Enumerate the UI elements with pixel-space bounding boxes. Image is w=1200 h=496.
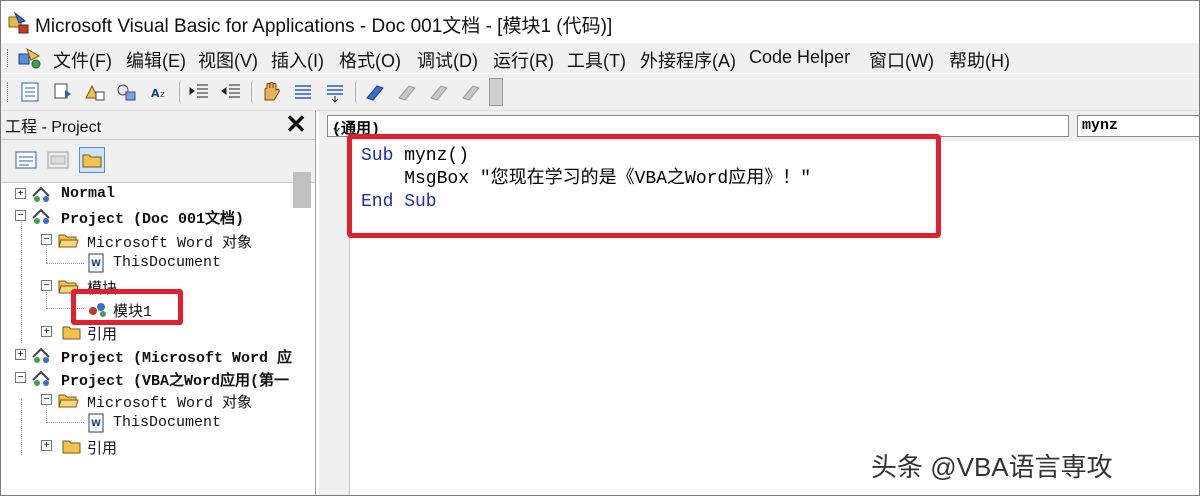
menu-format[interactable]: 格式(O) [339,47,401,73]
vba-project-icon [32,208,50,224]
open-folder-icon [58,394,79,408]
quick-info-icon[interactable] [83,80,107,104]
tree-item-label: Microsoft Word 对象 [87,235,253,252]
toolbar-grip[interactable] [7,82,10,102]
menu-help[interactable]: 帮助(H) [949,47,1010,73]
tree-connector [46,422,84,423]
view-code-icon[interactable] [13,147,39,173]
vba-project-icon [32,370,50,386]
vba-app-icon [8,11,29,34]
title-bar: Microsoft Visual Basic for Applications … [1,1,1199,43]
tree-item-label: 引用 [87,441,118,458]
word-document-icon: W [88,253,104,273]
complete-word-icon[interactable]: Az [149,80,173,104]
svg-text:W: W [91,259,101,269]
expand-icon[interactable]: + [15,188,26,199]
tree-item-label: ThisDocument [113,254,222,271]
menu-file[interactable]: 文件(F) [53,47,112,73]
project-tree: + Normal − Project (Doc 001文档) − Microso… [1,183,311,495]
code-highlight-box [347,134,941,238]
vba-project-icon [32,347,50,363]
tree-item-label: Project (Doc 001文档) [61,211,245,228]
tree-item-label: Microsoft Word 对象 [87,395,253,412]
close-icon[interactable]: ✕ [283,111,309,137]
collapse-icon[interactable]: − [15,372,26,383]
folder-icon [62,440,81,454]
tree-item-label: Project (VBA之Word应用(第一 [61,373,290,390]
vba-project-icon [32,186,50,202]
tree-item-label: ThisDocument [113,414,222,431]
tree-item-label: Normal [61,185,116,202]
list-constants-icon[interactable] [51,80,75,104]
comment-block-icon[interactable] [291,80,315,104]
outdent-icon[interactable] [219,80,243,104]
menu-insert[interactable]: 插入(I) [271,47,324,73]
project-explorer-toolbar [1,140,315,208]
toolbar-separator [355,82,356,102]
tree-connector [21,399,22,455]
edit-toolbar: Az [1,74,1199,111]
svg-text:W: W [91,419,101,429]
procedure-dropdown-value: mynz [1082,117,1119,134]
menu-run[interactable]: 运行(R) [493,47,554,73]
open-folder-icon [58,234,79,248]
folder-icon [62,326,81,340]
project-explorer-title-bar: 工程 - Project ✕ [1,111,315,140]
menu-grip[interactable] [7,49,10,67]
tree-connector [46,289,47,307]
toggle-bookmark-icon[interactable] [363,80,387,104]
menu-addins[interactable]: 外接程序(A) [640,47,736,73]
menu-edit[interactable]: 编辑(E) [126,47,186,73]
expand-icon[interactable]: + [15,349,26,360]
toolbar-options-dropdown[interactable] [489,78,503,106]
tree-item-label: 引用 [87,327,118,344]
vba-editor-window: Microsoft Visual Basic for Applications … [0,0,1200,496]
tree-item-label: Project (Microsoft Word 应 [61,350,293,367]
toggle-folders-button[interactable] [79,147,105,173]
watermark: 头条 @VBA语言専攻 [871,452,1113,482]
indent-icon[interactable] [187,80,211,104]
svg-text:z: z [160,90,165,100]
project-explorer-title: 工程 - Project [5,119,102,136]
previous-bookmark-icon[interactable] [427,80,451,104]
expand-icon[interactable]: + [41,326,52,337]
collapse-icon[interactable]: − [41,280,52,291]
menu-debug[interactable]: 调试(D) [417,47,478,73]
word-document-icon: W [88,413,104,433]
parameter-info-icon[interactable] [115,80,139,104]
toolbar-separator [251,82,252,102]
list-properties-icon[interactable] [19,80,43,104]
module-highlight-box [71,289,183,325]
code-margin-indicator-bar[interactable] [319,141,350,495]
folder-icon [82,154,102,168]
collapse-icon[interactable]: − [41,234,52,245]
tree-connector [46,243,47,263]
procedure-dropdown[interactable]: mynz [1077,115,1199,137]
expand-icon[interactable]: + [41,440,52,451]
collapse-icon[interactable]: − [15,210,26,221]
tree-connector [21,213,22,343]
menu-window[interactable]: 窗口(W) [869,47,934,73]
tree-connector [46,263,84,264]
toggle-breakpoint-icon[interactable] [259,80,283,104]
window-title: Microsoft Visual Basic for Applications … [35,16,613,37]
menu-code-helper[interactable]: Code Helper [749,47,850,68]
menu-tools[interactable]: 工具(T) [567,47,626,73]
clear-bookmarks-icon[interactable] [459,80,483,104]
menu-view[interactable]: 视图(V) [198,47,258,73]
uncomment-block-icon[interactable] [323,80,347,104]
vba-menu-icon [18,47,41,69]
svg-text:A: A [151,87,160,100]
toolbar-separator [179,82,180,102]
next-bookmark-icon[interactable] [395,80,419,104]
view-object-icon[interactable] [45,147,71,173]
collapse-icon[interactable]: − [41,394,52,405]
menu-bar: 文件(F) 编辑(E) 视图(V) 插入(I) 格式(O) 调试(D) 运行(R… [1,43,1199,73]
